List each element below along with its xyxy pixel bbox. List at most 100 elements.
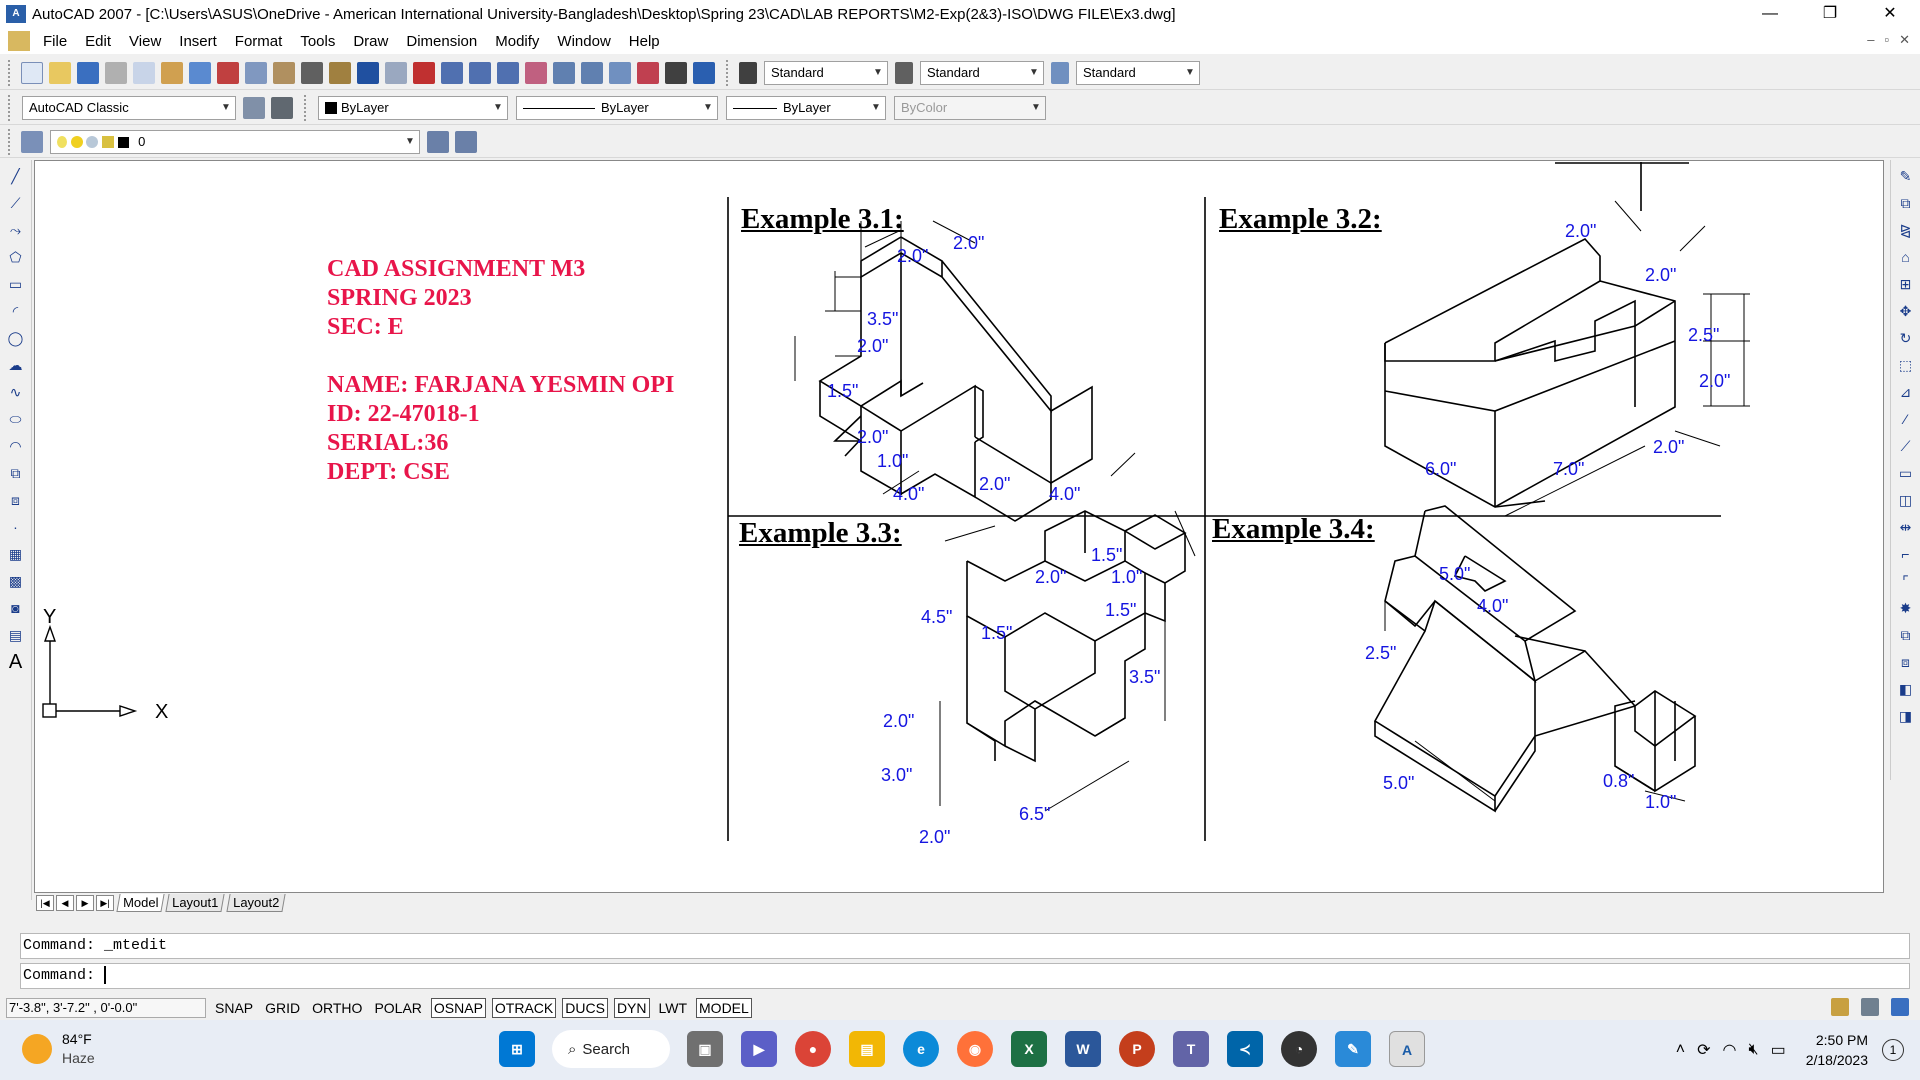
explode-icon[interactable]: ✸ [1895,597,1917,619]
mirror-icon[interactable]: ⧎ [1895,219,1917,241]
powerpoint-icon[interactable]: P [1119,1031,1155,1067]
communication-center-icon[interactable] [1861,998,1879,1016]
menu-format[interactable]: Format [226,33,292,50]
zoom-window-icon[interactable] [469,61,491,84]
break-at-point-icon[interactable]: ▭ [1895,462,1917,484]
grid-toggle[interactable]: GRID [262,998,303,1018]
viewport-freeze-icon[interactable] [86,136,99,149]
array-icon[interactable]: ⊞ [1895,273,1917,295]
chamfer-icon[interactable]: ⌐ [1895,543,1917,565]
move-icon[interactable]: ✥ [1895,300,1917,322]
text-style-icon[interactable] [739,61,757,84]
zoom-previous-icon[interactable] [497,61,519,84]
polyline-icon[interactable]: ⤳ [5,219,27,241]
polar-toggle[interactable]: POLAR [371,998,424,1018]
send-to-back-icon[interactable]: ◧ [1895,678,1917,700]
teams-chat-icon[interactable]: ▶ [741,1031,777,1067]
paste-icon[interactable] [273,61,295,84]
offset-icon[interactable]: ⌂ [1895,246,1917,268]
stretch-icon[interactable]: ⊿ [1895,381,1917,403]
doc-close-button[interactable]: ✕ [1899,32,1910,48]
layer-manager-icon[interactable] [21,130,43,153]
bring-above-icon[interactable]: ◨ [1895,705,1917,727]
polygon-icon[interactable]: ⬠ [5,246,27,268]
chevron-up-icon[interactable]: ˄ [1676,1041,1685,1059]
otrack-toggle[interactable]: OTRACK [491,998,557,1018]
workspace-select[interactable]: AutoCAD Classic ▼ [22,95,236,120]
table-style-select[interactable]: Standard ▼ [1076,60,1200,85]
drawing-canvas[interactable]: CAD ASSIGNMENT M3 SPRING 2023 SEC: E NAM… [34,160,1884,893]
search-box[interactable]: ⌕ Search [552,1030,670,1068]
vscode-icon[interactable]: ≺ [1227,1031,1263,1067]
revision-cloud-icon[interactable]: ☁ [5,354,27,376]
properties-icon[interactable] [525,61,547,84]
color-control-select[interactable]: ByLayer ▼ [318,95,508,120]
task-view-icon[interactable]: ▣ [687,1031,723,1067]
gradient-icon[interactable]: ▩ [5,570,27,592]
plot-preview-icon[interactable] [133,61,155,84]
obs-icon[interactable]: ◔ [1281,1031,1317,1067]
toolbar-grip[interactable] [726,59,732,86]
insert-block-icon[interactable]: ⧉ [5,462,27,484]
firefox-icon[interactable]: ◉ [957,1031,993,1067]
restore-button[interactable]: ❐ [1800,0,1860,28]
first-tab-icon[interactable]: |◀ [36,895,54,911]
notification-badge[interactable]: 1 [1882,1039,1904,1061]
prev-tab-icon[interactable]: ◀ [56,895,74,911]
match-properties-icon[interactable] [301,61,323,84]
windows-start-icon[interactable]: ⊞ [499,1031,535,1067]
menu-help[interactable]: Help [620,33,669,50]
dyn-toggle[interactable]: DYN [613,998,650,1018]
trim-icon[interactable]: ⁄ [1895,408,1917,430]
lightbulb-icon[interactable] [57,136,67,149]
lwt-toggle[interactable]: LWT [656,998,691,1018]
my-workspace-icon[interactable] [271,96,293,119]
model-toggle[interactable]: MODEL [696,998,752,1018]
plot-icon[interactable] [105,61,127,84]
excel-icon[interactable]: X [1011,1031,1047,1067]
layer-previous-icon[interactable] [455,130,477,153]
dim-style-select[interactable]: Standard ▼ [920,60,1044,85]
menu-modify[interactable]: Modify [486,33,548,50]
tab-model[interactable]: Model [116,894,166,912]
lineweight-control-select[interactable]: ByLayer ▼ [726,95,886,120]
break-icon[interactable]: ◫ [1895,489,1917,511]
copy-object-icon[interactable]: ⧉ [1895,192,1917,214]
tab-layout2[interactable]: Layout2 [226,894,286,912]
spline-icon[interactable]: ∿ [5,381,27,403]
lock-icon[interactable] [101,136,114,149]
sheet-set-icon[interactable] [609,61,631,84]
autocad-app-icon[interactable]: A [6,5,26,23]
clock[interactable]: 2:50 PM 2/18/2023 [1806,1030,1868,1070]
menu-file[interactable]: File [34,33,76,50]
cut-icon[interactable] [217,61,239,84]
circle-icon[interactable]: ◯ [5,327,27,349]
undo-icon[interactable] [357,61,379,84]
multiline-text-icon[interactable]: A [5,651,27,673]
rotate-icon[interactable]: ↻ [1895,327,1917,349]
draw-order-icon[interactable]: ⧉ [1895,624,1917,646]
ellipse-arc-icon[interactable]: ◠ [5,435,27,457]
wifi-icon[interactable]: ◠ [1723,1040,1737,1060]
menu-tools[interactable]: Tools [291,33,344,50]
ducs-toggle[interactable]: DUCS [562,998,608,1018]
menu-edit[interactable]: Edit [76,33,120,50]
battery-icon[interactable]: ▭ [1771,1040,1786,1060]
file-explorer-icon[interactable]: ▤ [849,1031,885,1067]
scale-icon[interactable]: ⬚ [1895,354,1917,376]
menu-insert[interactable]: Insert [170,33,226,50]
sun-freeze-icon[interactable] [70,136,83,149]
snap-toggle[interactable]: SNAP [212,998,256,1018]
bring-to-front-icon[interactable]: ⧈ [1895,651,1917,673]
redo-icon[interactable] [385,61,407,84]
toolbar-grip[interactable] [304,94,310,121]
next-tab-icon[interactable]: ▶ [76,895,94,911]
dim-style-icon[interactable] [895,61,913,84]
paint-icon[interactable]: ✎ [1335,1031,1371,1067]
table-icon[interactable]: ▤ [5,624,27,646]
menu-dimension[interactable]: Dimension [397,33,486,50]
fillet-icon[interactable]: ⌜ [1895,570,1917,592]
open-icon[interactable] [49,61,71,84]
text-style-select[interactable]: Standard ▼ [764,60,888,85]
menu-view[interactable]: View [120,33,170,50]
